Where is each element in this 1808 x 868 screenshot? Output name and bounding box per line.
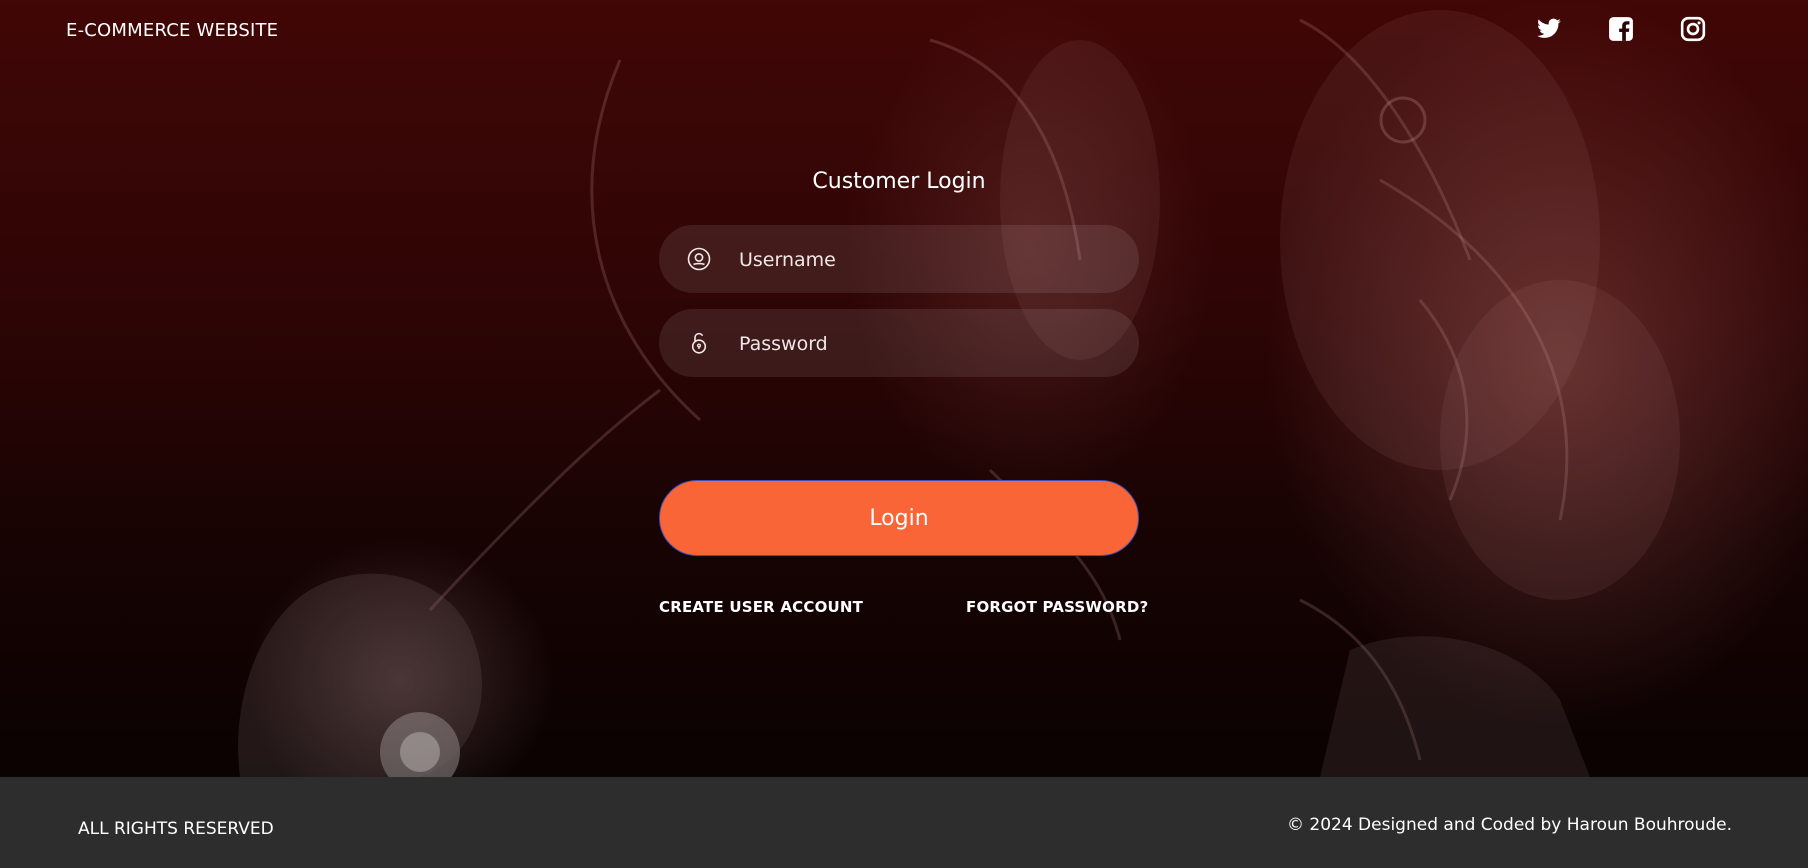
password-input[interactable] xyxy=(737,309,1121,379)
unlocked-padlock-icon xyxy=(691,332,707,354)
login-button[interactable]: Login xyxy=(659,480,1139,556)
create-account-link[interactable]: CREATE USER ACCOUNT xyxy=(659,598,863,616)
twitter-icon xyxy=(1537,18,1561,38)
username-input[interactable] xyxy=(737,225,1121,295)
instagram-icon xyxy=(1680,16,1706,42)
social-links xyxy=(1536,16,1706,42)
user-circle-icon xyxy=(687,247,711,271)
footer-rights-text: ALL RIGHTS RESERVED xyxy=(78,819,274,839)
login-title: Customer Login xyxy=(812,169,986,194)
footer: ALL RIGHTS RESERVED © 2024 Designed and … xyxy=(0,777,1808,868)
forgot-password-link[interactable]: FORGOT PASSWORD? xyxy=(966,598,1148,616)
footer-credits-text: © 2024 Designed and Coded by Haroun Bouh… xyxy=(1286,815,1732,835)
facebook-icon xyxy=(1609,17,1633,41)
facebook-link[interactable] xyxy=(1608,16,1634,42)
username-field xyxy=(659,225,1139,295)
hero-background: E-COMMERCE WEBSITE Customer Login Userna… xyxy=(0,0,1808,777)
login-form: Customer Login xyxy=(659,165,1139,393)
password-field xyxy=(659,309,1139,379)
instagram-link[interactable] xyxy=(1680,16,1706,42)
twitter-link[interactable] xyxy=(1536,16,1562,42)
brand-title: E-COMMERCE WEBSITE xyxy=(66,20,279,41)
